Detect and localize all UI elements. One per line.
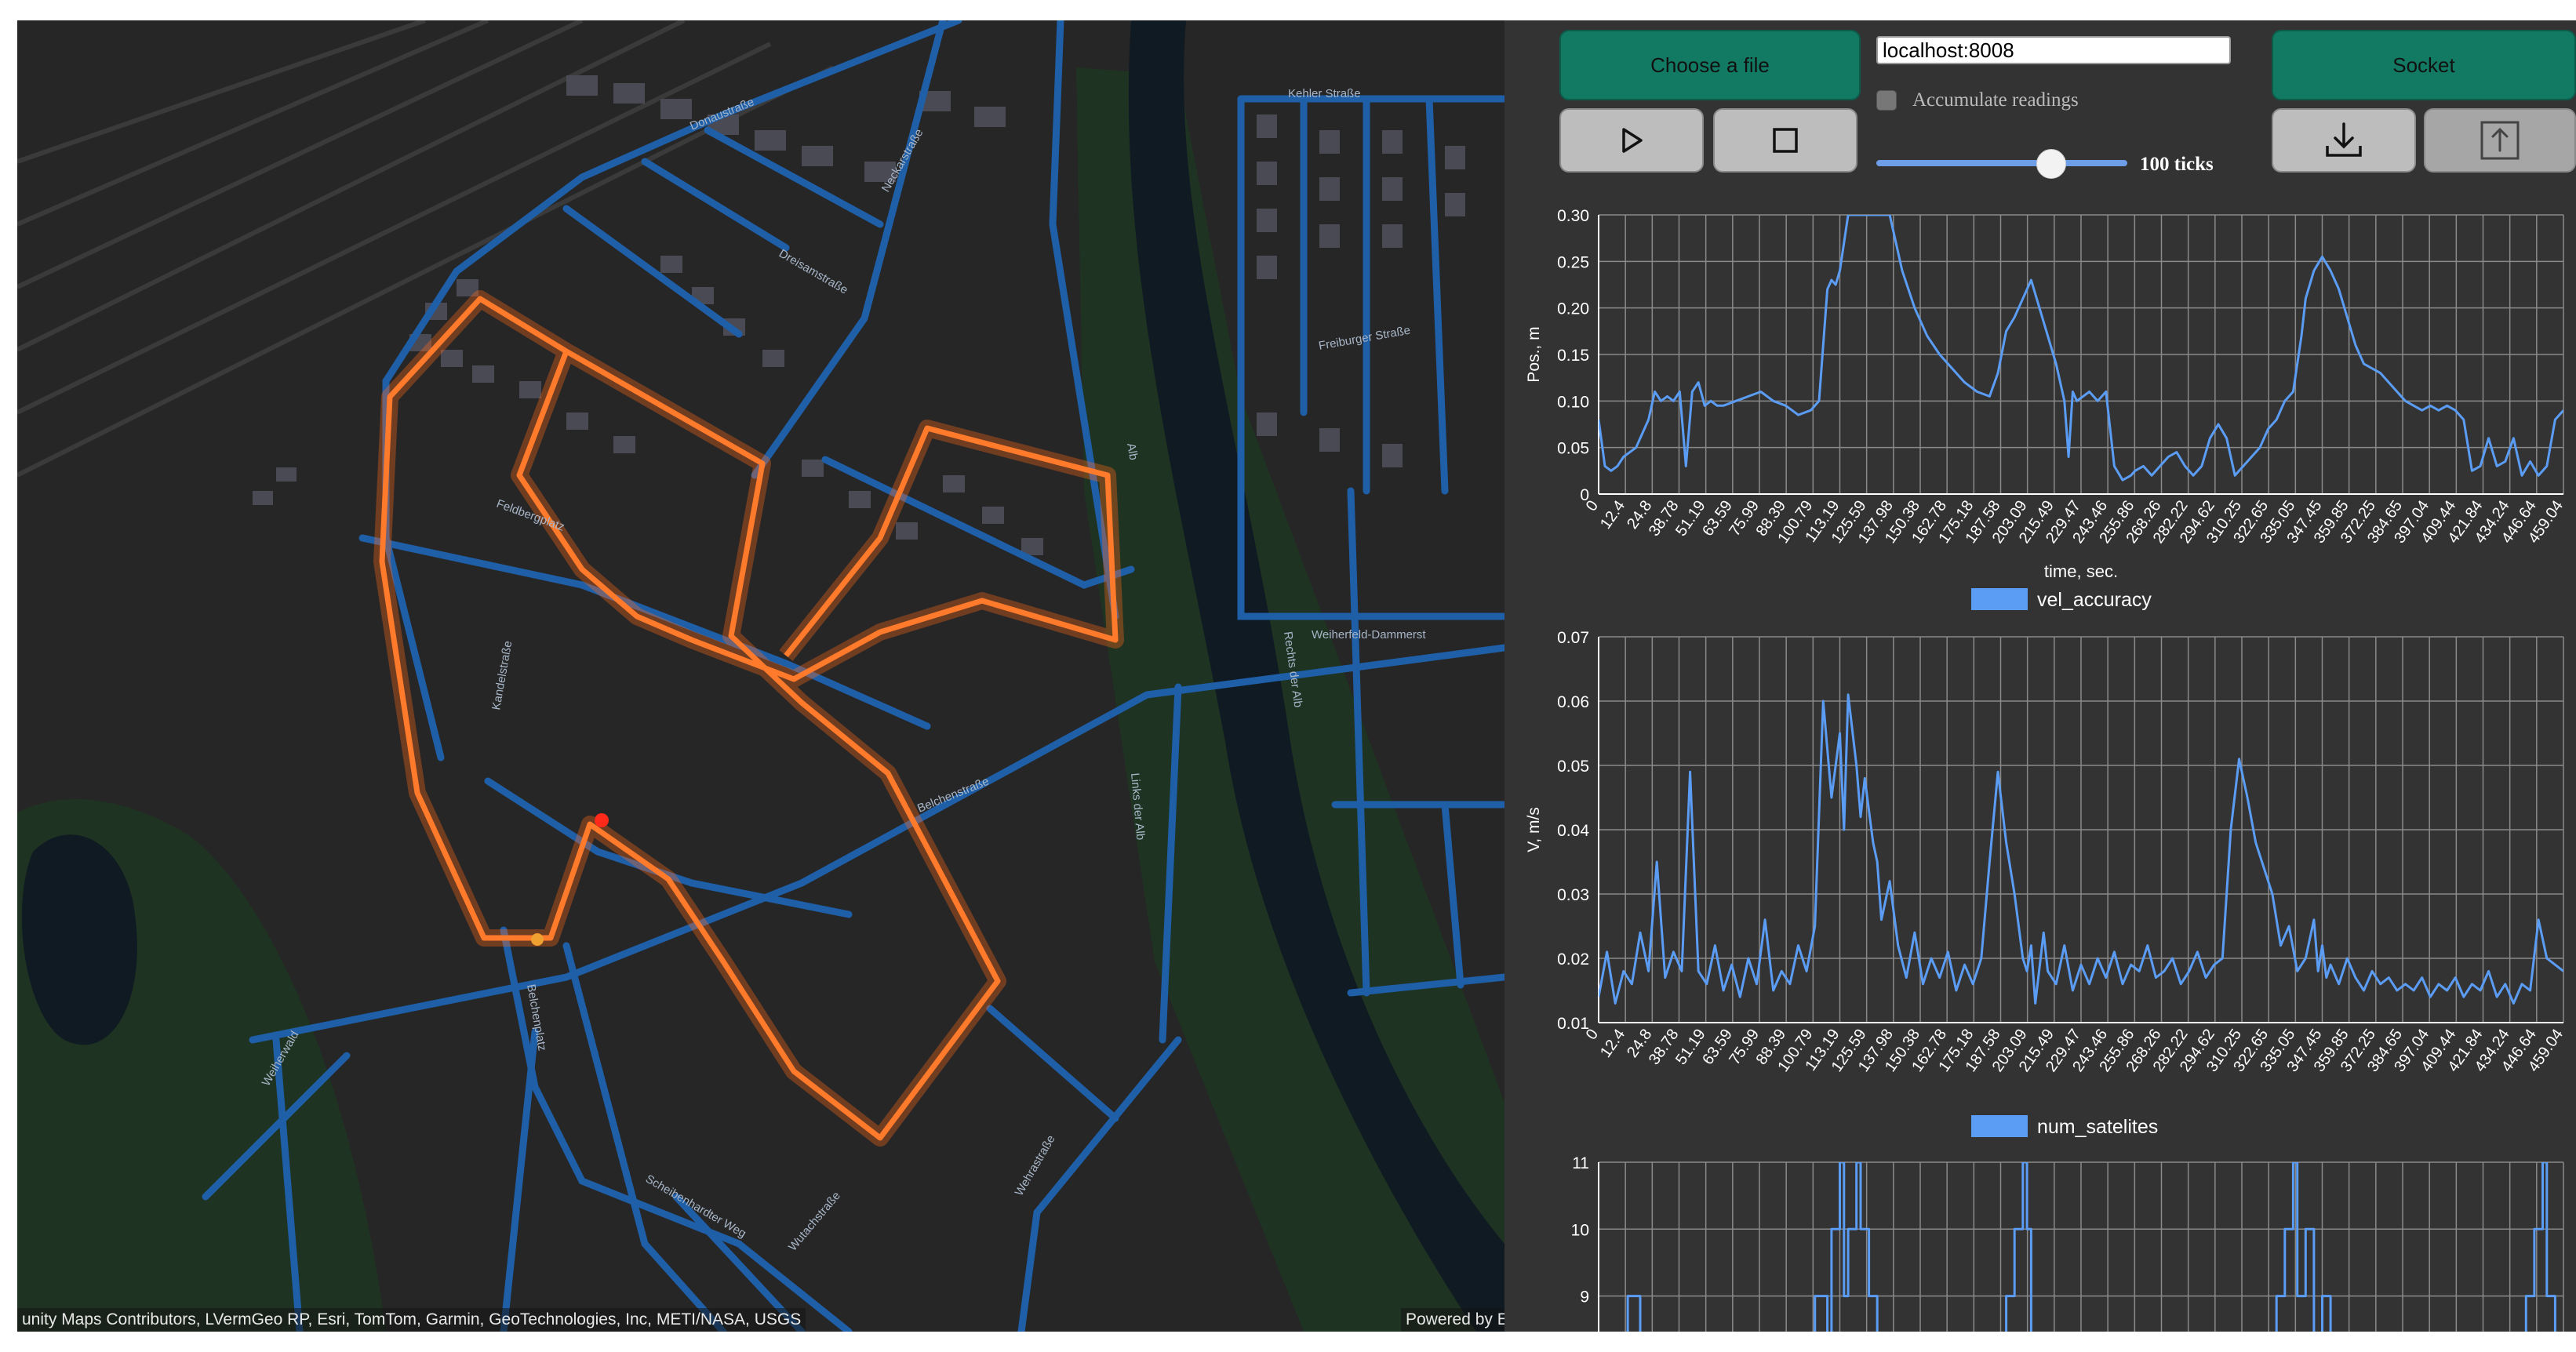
y-tick-label: 0.25 <box>1557 253 1589 271</box>
y-tick-label: 0.20 <box>1557 300 1589 318</box>
x-tick-label: 0 <box>1583 1026 1602 1043</box>
map-canvas[interactable]: Donaustraße Dreisamstraße Neckarstraße K… <box>17 20 1504 1332</box>
y-tick-label: 11 <box>1572 1154 1589 1172</box>
stop-icon <box>1773 128 1798 153</box>
slider-track <box>1876 160 2127 166</box>
velocity-accuracy-chart: vel_accuracy0.010.020.030.040.050.060.07… <box>1525 588 2567 1075</box>
accumulate-readings-row[interactable]: Accumulate readings <box>1876 86 2079 114</box>
socket-button[interactable]: Socket <box>2272 30 2576 100</box>
play-icon <box>1622 128 1643 153</box>
gps-route <box>373 290 1124 1147</box>
y-tick-label: 0.15 <box>1557 347 1589 365</box>
y-tick-label: 0.06 <box>1557 693 1589 711</box>
play-button[interactable] <box>1559 108 1704 173</box>
street-label: Kandelstraße <box>489 640 515 711</box>
satellites-chart: num_satelites891011 <box>1571 1115 2564 1332</box>
download-icon <box>2326 122 2362 157</box>
start-marker <box>531 933 544 946</box>
socket-url-input[interactable] <box>1876 36 2231 64</box>
x-tick-label: 0 <box>1583 497 1602 514</box>
slider-thumb[interactable] <box>2036 149 2067 179</box>
y-tick-label: 0.05 <box>1557 758 1589 776</box>
street-label: Belchenstraße <box>915 775 991 816</box>
map-attribution[interactable]: unity Maps Contributors, LVermGeo RP, Es… <box>17 1308 806 1332</box>
accumulate-readings-checkbox[interactable] <box>1876 90 1897 111</box>
choose-file-button[interactable]: Choose a file <box>1559 30 1861 100</box>
x-tick-label: 12.4 <box>1597 1026 1628 1061</box>
y-tick-label: 0.07 <box>1557 629 1589 647</box>
y-tick-label: 0.04 <box>1557 822 1589 840</box>
street-label: Weiherfeld-Dammerst <box>1312 628 1426 641</box>
upload-button[interactable] <box>2424 108 2576 173</box>
y-tick-label: 0.05 <box>1557 440 1589 458</box>
powered-by[interactable]: Powered by Esri <box>1401 1308 1504 1332</box>
tick-count-slider[interactable] <box>1876 147 2127 179</box>
y-axis-label: Pos., m <box>1525 326 1543 382</box>
download-button[interactable] <box>2272 108 2416 173</box>
current-position-marker <box>595 813 609 827</box>
y-tick-label: 0.03 <box>1557 886 1589 904</box>
y-axis-label: V, m/s <box>1525 807 1543 852</box>
street-label: Wutachstraße <box>786 1189 843 1253</box>
y-tick-label: 0.30 <box>1557 207 1589 225</box>
y-tick-label: 0.10 <box>1557 393 1589 411</box>
legend-swatch <box>1971 588 2028 610</box>
y-tick-label: 0.02 <box>1557 950 1589 969</box>
stop-button[interactable] <box>1713 108 1857 173</box>
x-axis-label: time, sec. <box>2044 562 2118 581</box>
accumulate-readings-label: Accumulate readings <box>1912 89 2079 111</box>
telemetry-panel: Choose a file Accumulate readings Socket… <box>1504 20 2576 1332</box>
y-tick-label: 9 <box>1580 1288 1589 1307</box>
map-view[interactable]: Donaustraße Dreisamstraße Neckarstraße K… <box>17 20 1504 1332</box>
y-tick-label: 10 <box>1571 1221 1589 1239</box>
street-label: Wehrastraße <box>1013 1133 1058 1198</box>
street-label: Kehler Straße <box>1288 87 1361 100</box>
legend-label: num_satelites <box>2037 1116 2158 1138</box>
x-tick-label: 12.4 <box>1597 497 1628 532</box>
legend-swatch <box>1971 1115 2028 1137</box>
tick-count-label: 100 ticks <box>2140 154 2214 175</box>
upload-icon <box>2480 121 2520 160</box>
railway <box>17 20 835 478</box>
buildings <box>253 75 1465 555</box>
position-chart: 00.050.100.150.200.250.30012.424.838.785… <box>1525 207 2567 581</box>
legend-label: vel_accuracy <box>2037 589 2152 611</box>
street-label: Dreisamstraße <box>777 247 850 297</box>
